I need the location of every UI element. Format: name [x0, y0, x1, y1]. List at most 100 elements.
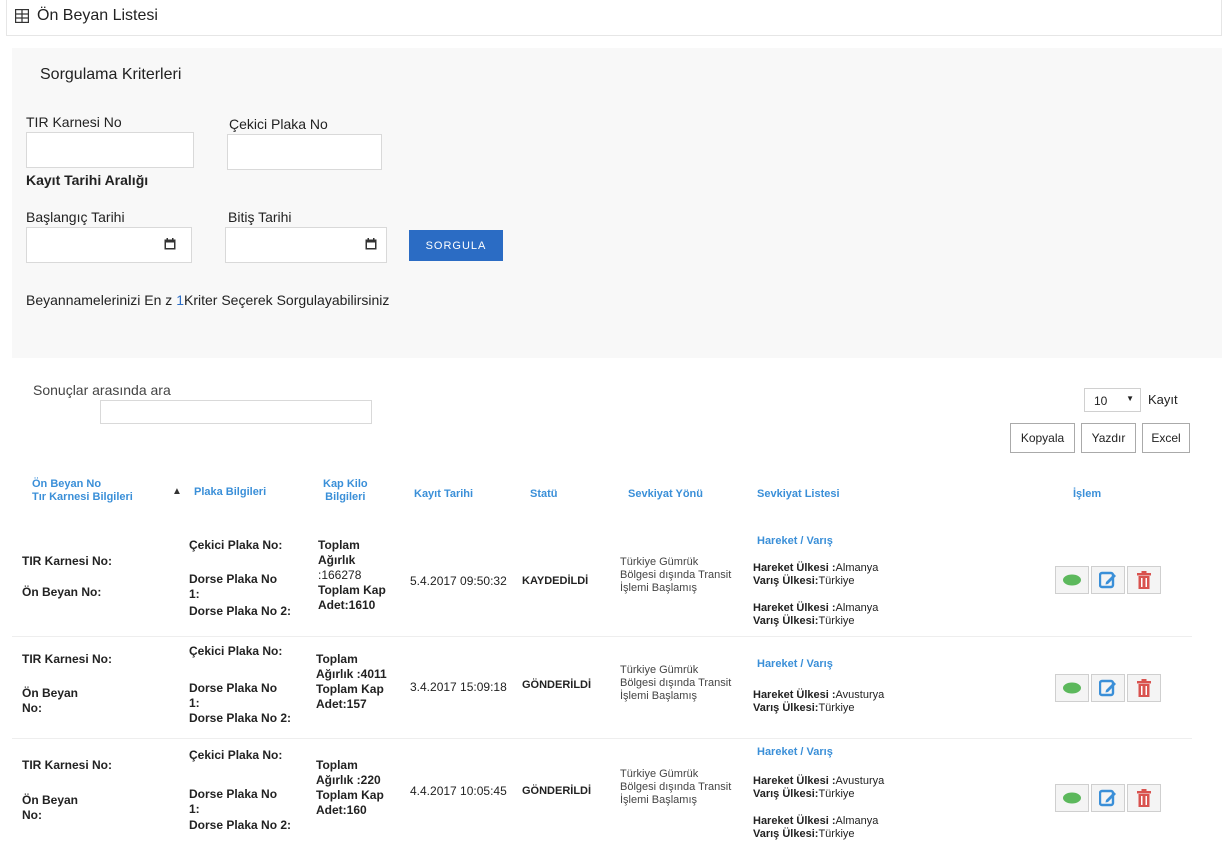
hareket-prefix: Hareket Ülkesi :: [753, 775, 836, 787]
row2-yon-1: Türkiye Gümrük: [620, 664, 699, 676]
page-header: Ön Beyan Listesi: [6, 0, 1222, 36]
col-header-onbeyan-1: Ön Beyan No: [32, 478, 102, 490]
row2-hv-1: Hareket Ülkesi :Avusturya Varış Ülkesi:T…: [753, 689, 884, 715]
results-search-input[interactable]: [100, 400, 372, 424]
copy-button[interactable]: Kopyala: [1010, 423, 1075, 453]
col-header-onbeyan-2: Tır Karnesi Bilgileri: [32, 491, 133, 503]
col-header-kap-1: Kap Kilo: [323, 478, 368, 490]
row2-dorse1-a: Dorse Plaka No: [189, 681, 278, 695]
sorgula-button[interactable]: SORGULA: [409, 230, 503, 261]
row1-dorse1-a: Dorse Plaka No: [189, 572, 278, 586]
row1-yon-2: Bölgesi dışında Transit: [620, 569, 732, 581]
row3-onbeyan-label: Ön Beyan No:: [22, 793, 78, 823]
row3-yon-3: İşlemi Başlamış: [620, 794, 698, 806]
row1-dorse1: Dorse Plaka No 1:: [189, 572, 277, 602]
edit-button[interactable]: [1091, 674, 1125, 702]
row1-hv-title[interactable]: Hareket / Varış: [757, 534, 833, 549]
row2-kap-4: Adet:157: [316, 697, 367, 711]
row3-yon: Türkiye Gümrük Bölgesi dışında Transit İ…: [620, 768, 731, 807]
col-header-statu[interactable]: Statü: [530, 488, 558, 501]
row3-dorse1-b: 1:: [189, 802, 200, 816]
row3-statu: GÖNDERİLDİ: [522, 785, 592, 797]
delete-button[interactable]: [1127, 566, 1161, 594]
bitis-date-input[interactable]: [225, 227, 387, 263]
row3-hv1-varis: Türkiye: [818, 788, 855, 800]
row1-tir-label: TIR Karnesi No:: [22, 554, 113, 568]
row3-hv2-hareket: Almanya: [835, 815, 879, 827]
varis-prefix: Varış Ülkesi:: [753, 702, 819, 714]
excel-button[interactable]: Excel: [1142, 423, 1190, 453]
row1-hv1-hareket: Almanya: [835, 562, 879, 574]
row1-actions: [1055, 566, 1161, 594]
view-button[interactable]: [1055, 784, 1089, 812]
col-header-kap[interactable]: Kap Kilo Bilgileri: [323, 478, 368, 504]
page-size-suffix: Kayıt: [1148, 392, 1178, 407]
row1-tarih: 5.4.2017 09:50:32: [410, 574, 507, 588]
row3-kap: Toplam Ağırlık :220 Toplam Kap Adet:160: [316, 758, 384, 818]
trash-icon: [1137, 571, 1151, 589]
col-header-sevkiyat-yonu[interactable]: Sevkiyat Yönü: [628, 488, 703, 501]
row3-hv-title[interactable]: Hareket / Varış: [757, 745, 833, 760]
row2-kap: Toplam Ağırlık :4011 Toplam Kap Adet:157: [316, 652, 387, 712]
row2-cekici: Çekici Plaka No:: [189, 644, 283, 658]
row2-hv-title[interactable]: Hareket / Varış: [757, 657, 833, 672]
row3-dorse2: Dorse Plaka No 2:: [189, 818, 292, 832]
row3-tarih: 4.4.2017 10:05:45: [410, 784, 507, 798]
row2-actions: [1055, 674, 1161, 702]
row2-dorse1: Dorse Plaka No 1:: [189, 681, 277, 711]
col-header-kayit[interactable]: Kayıt Tarihi: [414, 488, 473, 501]
calendar-icon[interactable]: [365, 238, 377, 250]
view-button[interactable]: [1055, 674, 1089, 702]
row1-onbeyan-label: Ön Beyan No:: [22, 585, 102, 599]
row1-kap: Toplam Ağırlık :166278 Toplam Kap Adet:1…: [318, 538, 386, 613]
row1-kap-3: :166278: [318, 568, 362, 582]
row3-hv-2: Hareket Ülkesi :Almanya Varış Ülkesi:Tür…: [753, 815, 878, 841]
row2-onbeyan-label-1: Ön Beyan: [22, 686, 79, 700]
row2-dorse2: Dorse Plaka No 2:: [189, 711, 292, 725]
row1-hv-2: Hareket Ülkesi :Almanya Varış Ülkesi:Tür…: [753, 602, 878, 628]
row1-kap-5: Adet:1610: [318, 598, 376, 612]
eye-icon: [1063, 792, 1081, 804]
cekici-plaka-label: Çekici Plaka No: [229, 116, 328, 132]
row2-kap-3: Toplam Kap: [316, 682, 384, 696]
col-header-kap-2: Bilgileri: [325, 491, 366, 503]
chevron-down-icon: ▼: [1126, 394, 1134, 403]
row1-hv-1: Hareket Ülkesi :Almanya Varış Ülkesi:Tür…: [753, 562, 878, 588]
row2-statu: GÖNDERİLDİ: [522, 679, 592, 691]
row1-yon-1: Türkiye Gümrük: [620, 556, 699, 568]
varis-prefix: Varış Ülkesi:: [753, 575, 819, 587]
baslangic-label: Başlangıç Tarihi: [26, 209, 125, 225]
col-header-plaka[interactable]: Plaka Bilgileri: [194, 486, 266, 499]
view-button[interactable]: [1055, 566, 1089, 594]
edit-icon: [1099, 679, 1116, 697]
sort-asc-icon[interactable]: ▲: [172, 486, 182, 497]
hareket-prefix: Hareket Ülkesi :: [753, 562, 836, 574]
row2-yon-2: Bölgesi dışında Transit: [620, 677, 732, 689]
kayit-tarihi-label: Kayıt Tarihi Aralığı: [26, 172, 149, 188]
edit-icon: [1099, 571, 1116, 589]
col-header-sevkiyat-listesi[interactable]: Sevkiyat Listesi: [757, 488, 840, 501]
varis-prefix: Varış Ülkesi:: [753, 788, 819, 800]
row2-tir-label: TIR Karnesi No:: [22, 652, 113, 666]
row3-hv-1: Hareket Ülkesi :Avusturya Varış Ülkesi:T…: [753, 775, 884, 801]
row3-hv2-varis: Türkiye: [818, 828, 855, 840]
row1-dorse1-b: 1:: [189, 587, 200, 601]
row3-dorse1: Dorse Plaka No 1:: [189, 787, 277, 817]
col-header-onbeyan[interactable]: Ön Beyan No Tır Karnesi Bilgileri: [32, 478, 133, 504]
row2-hv1-varis: Türkiye: [818, 702, 855, 714]
cekici-plaka-input[interactable]: [227, 134, 382, 170]
row1-yon: Türkiye Gümrük Bölgesi dışında Transit İ…: [620, 556, 731, 595]
row3-cekici: Çekici Plaka No:: [189, 748, 283, 762]
delete-button[interactable]: [1127, 784, 1161, 812]
page-size-select[interactable]: 10 ▼: [1084, 388, 1141, 412]
calendar-icon[interactable]: [164, 238, 176, 250]
edit-button[interactable]: [1091, 566, 1125, 594]
delete-button[interactable]: [1127, 674, 1161, 702]
row3-dorse1-a: Dorse Plaka No: [189, 787, 278, 801]
edit-button[interactable]: [1091, 784, 1125, 812]
row1-statu: KAYDEDİLDİ: [522, 575, 589, 587]
tir-karnesi-input[interactable]: [26, 132, 194, 168]
row-separator: [12, 636, 1192, 637]
print-button[interactable]: Yazdır: [1081, 423, 1136, 453]
criteria-panel: Sorgulama Kriterleri: [12, 48, 1222, 358]
